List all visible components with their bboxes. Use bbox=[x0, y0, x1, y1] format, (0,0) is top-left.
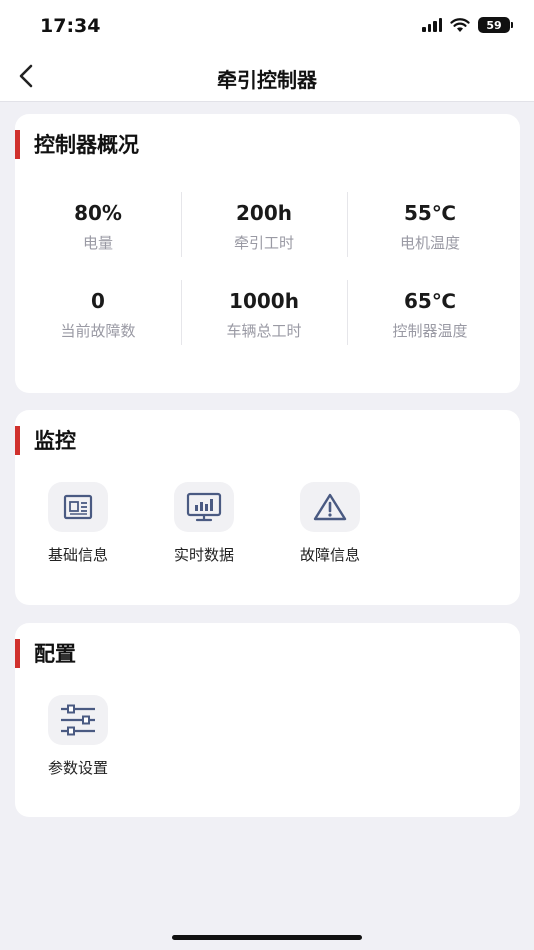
stat-value: 80% bbox=[74, 201, 122, 225]
stat-vehicle-hours: 1000h 车辆总工时 bbox=[181, 280, 347, 345]
status-time: 17:34 bbox=[40, 15, 101, 37]
basic-info-button[interactable]: 基础信息 bbox=[15, 482, 141, 565]
icon-container bbox=[48, 695, 108, 745]
stat-label: 电量 bbox=[82, 234, 113, 252]
overview-card: 控制器概况 80% 电量 200h 牵引工时 55℃ 电机温度 0 当前故障数 … bbox=[15, 114, 520, 393]
config-title: 配置 bbox=[34, 642, 76, 666]
nav-bar: 牵引控制器 bbox=[0, 50, 534, 102]
sliders-icon bbox=[61, 704, 95, 736]
parameter-settings-button[interactable]: 参数设置 bbox=[15, 695, 141, 778]
stat-label: 当前故障数 bbox=[60, 322, 136, 340]
status-icons: 59 bbox=[422, 17, 513, 33]
stat-label: 电机温度 bbox=[399, 234, 460, 252]
battery-level: 59 bbox=[486, 18, 502, 32]
realtime-data-button[interactable]: 实时数据 bbox=[141, 482, 267, 565]
parameter-settings-label: 参数设置 bbox=[47, 759, 108, 777]
config-grid: 参数设置 bbox=[15, 695, 141, 778]
stat-value: 55℃ bbox=[403, 201, 457, 225]
section-accent-bar bbox=[15, 638, 20, 668]
status-bar: 17:34 59 bbox=[0, 0, 534, 50]
config-header: 配置 bbox=[15, 638, 76, 668]
icon-container bbox=[174, 482, 234, 532]
fault-info-button[interactable]: 故障信息 bbox=[267, 482, 393, 565]
stat-value: 0 bbox=[91, 289, 105, 313]
stat-value: 1000h bbox=[229, 289, 299, 313]
home-indicator[interactable] bbox=[172, 935, 362, 940]
stat-row: 80% 电量 200h 牵引工时 55℃ 电机温度 bbox=[15, 192, 520, 257]
cellular-signal-icon bbox=[422, 18, 442, 32]
monitor-grid: 基础信息 实时数据 故障信息 bbox=[15, 482, 393, 565]
warning-icon bbox=[313, 493, 347, 521]
monitor-chart-icon bbox=[186, 492, 222, 522]
stat-battery: 80% 电量 bbox=[15, 192, 181, 257]
wifi-icon bbox=[450, 17, 470, 32]
fault-info-label: 故障信息 bbox=[299, 546, 360, 564]
section-accent-bar bbox=[15, 425, 20, 455]
stat-label: 牵引工时 bbox=[233, 234, 294, 252]
monitor-card: 监控 基础信息 实时数据 故障信息 bbox=[15, 410, 520, 605]
stat-controller-temp: 65℃ 控制器温度 bbox=[347, 280, 513, 345]
monitor-header: 监控 bbox=[15, 425, 76, 455]
icon-container bbox=[48, 482, 108, 532]
stat-label: 车辆总工时 bbox=[226, 322, 302, 340]
stat-motor-temp: 55℃ 电机温度 bbox=[347, 192, 513, 257]
overview-stats: 80% 电量 200h 牵引工时 55℃ 电机温度 0 当前故障数 1000h … bbox=[15, 192, 520, 368]
section-accent-bar bbox=[15, 129, 20, 159]
stat-label: 控制器温度 bbox=[392, 322, 468, 340]
icon-container bbox=[300, 482, 360, 532]
stat-value: 200h bbox=[236, 201, 292, 225]
config-card: 配置 参数设置 bbox=[15, 623, 520, 817]
overview-header: 控制器概况 bbox=[15, 129, 139, 159]
battery-icon: 59 bbox=[478, 17, 513, 33]
document-icon bbox=[63, 494, 93, 520]
stat-traction-hours: 200h 牵引工时 bbox=[181, 192, 347, 257]
stat-value: 65℃ bbox=[403, 289, 457, 313]
page-title: 牵引控制器 bbox=[217, 68, 317, 92]
stat-row: 0 当前故障数 1000h 车辆总工时 65℃ 控制器温度 bbox=[15, 280, 520, 345]
stat-fault-count: 0 当前故障数 bbox=[15, 280, 181, 345]
realtime-data-label: 实时数据 bbox=[173, 546, 234, 564]
monitor-title: 监控 bbox=[34, 429, 76, 453]
overview-title: 控制器概况 bbox=[34, 133, 139, 157]
basic-info-label: 基础信息 bbox=[47, 546, 108, 564]
